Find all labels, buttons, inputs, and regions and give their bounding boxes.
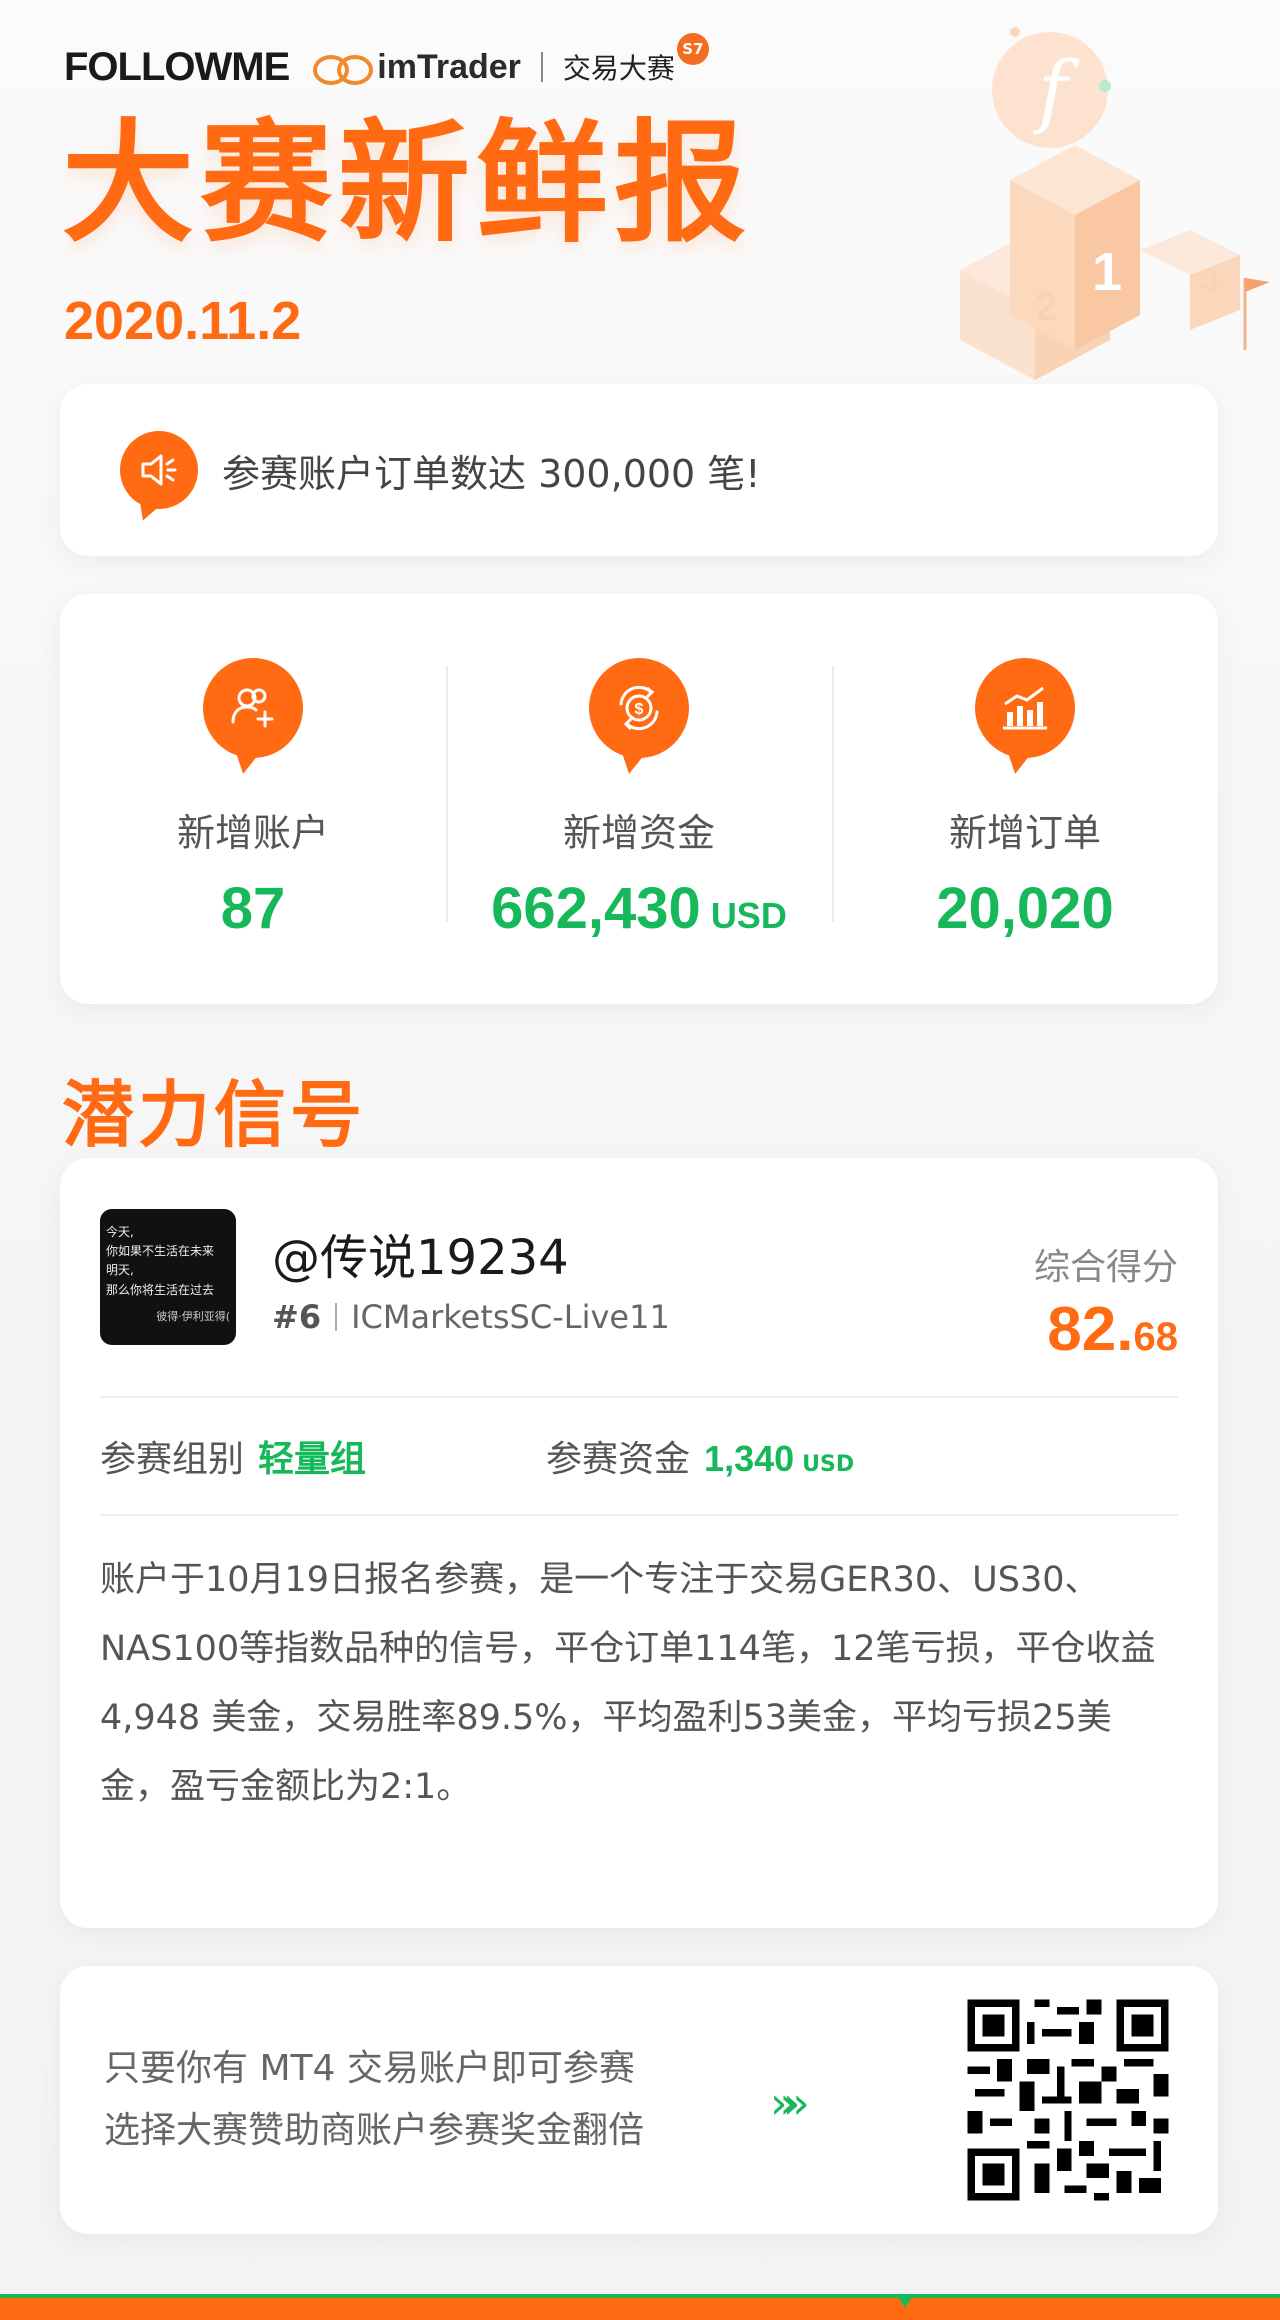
score-value: 82.68 <box>1047 1295 1178 1364</box>
followme-logo: FOLLOWME <box>64 44 290 89</box>
logo-divider <box>540 52 543 82</box>
report-date: 2020.11.2 <box>64 291 302 351</box>
stat-new-funds: $ 新增资金 662,430 USD <box>446 594 832 1004</box>
signal-server: ICMarketsSC-Live11 <box>351 1298 670 1336</box>
add-user-icon <box>203 658 303 758</box>
season-badge: S7 <box>676 33 709 65</box>
signal-rank: #6 <box>272 1298 322 1336</box>
cta-line-2: 选择大赛赞助商账户参赛奖金翻倍 <box>104 2110 645 2151</box>
stat-new-accounts: 新增账户 87 <box>60 594 446 1004</box>
qr-code[interactable] <box>952 1984 1184 2216</box>
signal-card[interactable]: 今天, 你如果不生活在未来 明天, 那么你将生活在过去 彼得·伊利亚得( @传说… <box>60 1158 1218 1928</box>
speaker-icon <box>120 431 198 509</box>
score-box: 综合得分 82.68 <box>1034 1238 1178 1365</box>
bottom-notch <box>896 2294 914 2308</box>
infinity-icon <box>313 53 374 85</box>
svg-text:1: 1 <box>1092 242 1122 302</box>
page-header: FOLLOWME imTrader 交易大赛 S7 f 2 1 3 大赛新鲜报 … <box>0 0 1280 380</box>
stat-label: 新增账户 <box>176 811 329 855</box>
capital: 参赛资金 1,340 USD <box>546 1430 854 1482</box>
stats-card: 新增账户 87 $ 新增资金 662,430 USD 新增订单 20,020 <box>60 594 1218 1004</box>
signal-info: @传说19234 #6 ICMarketsSC-Live11 <box>272 1218 670 1336</box>
cta-card: 只要你有 MT4 交易账户即可参赛 选择大赛赞助商账户参赛奖金翻倍 »» <box>60 1966 1218 2234</box>
stat-new-orders: 新增订单 20,020 <box>832 594 1218 1004</box>
signal-meta: #6 ICMarketsSC-Live11 <box>272 1298 670 1336</box>
bar-chart-icon <box>975 658 1075 758</box>
capital-label: 参赛资金 <box>546 1439 691 1480</box>
stat-value: 20,020 <box>936 876 1114 941</box>
capital-unit: USD <box>802 1452 855 1477</box>
signal-description: 账户于10月19日报名参赛，是一个专注于交易GER30、US30、NAS100等… <box>100 1560 1156 1807</box>
money-cycle-icon: $ <box>589 658 689 758</box>
logo-bar: FOLLOWME imTrader 交易大赛 S7 <box>64 33 709 92</box>
stat-unit: USD <box>710 895 787 936</box>
imtrader-logo: imTrader <box>313 48 521 87</box>
chevron-right-icon: »» <box>770 2078 810 2129</box>
bottom-bar <box>0 2294 1280 2320</box>
cta-text: 只要你有 MT4 交易账户即可参赛 选择大赛赞助商账户参赛奖金翻倍 <box>104 2038 644 2162</box>
page-title: 大赛新鲜报 <box>62 107 752 261</box>
capital-value: 1,340 <box>704 1438 795 1479</box>
stat-value: 662,430 USD <box>491 876 787 941</box>
stat-value: 87 <box>220 876 286 941</box>
score-label: 综合得分 <box>1033 1247 1178 1288</box>
svg-text:2: 2 <box>1035 285 1057 329</box>
announcement-text: 参赛账户订单数达 300,000 笔! <box>222 451 761 496</box>
group-value: 轻量组 <box>258 1439 367 1480</box>
svg-text:$: $ <box>635 701 644 718</box>
svg-text:3: 3 <box>1202 264 1219 297</box>
cta-line-1: 只要你有 MT4 交易账户即可参赛 <box>104 2048 635 2089</box>
podium-illustration: f 2 1 3 <box>960 27 1270 380</box>
group-label: 参赛组别 <box>100 1439 245 1480</box>
stat-label: 新增资金 <box>562 811 715 855</box>
meta-divider <box>335 1303 338 1331</box>
avatar[interactable]: 今天, 你如果不生活在未来 明天, 那么你将生活在过去 彼得·伊利亚得( <box>100 1209 236 1345</box>
signal-name[interactable]: @传说19234 <box>272 1218 670 1288</box>
section-title: 潜力信号 <box>62 1073 367 1157</box>
signal-header: 今天, 你如果不生活在未来 明天, 那么你将生活在过去 彼得·伊利亚得( @传说… <box>100 1158 1178 1398</box>
signal-details-row: 参赛组别 轻量组 参赛资金 1,340 USD <box>100 1398 1178 1516</box>
stat-label: 新增订单 <box>948 811 1101 855</box>
announcement-card: 参赛账户订单数达 300,000 笔! <box>60 384 1218 556</box>
contest-name: 交易大赛 S7 <box>563 33 709 87</box>
